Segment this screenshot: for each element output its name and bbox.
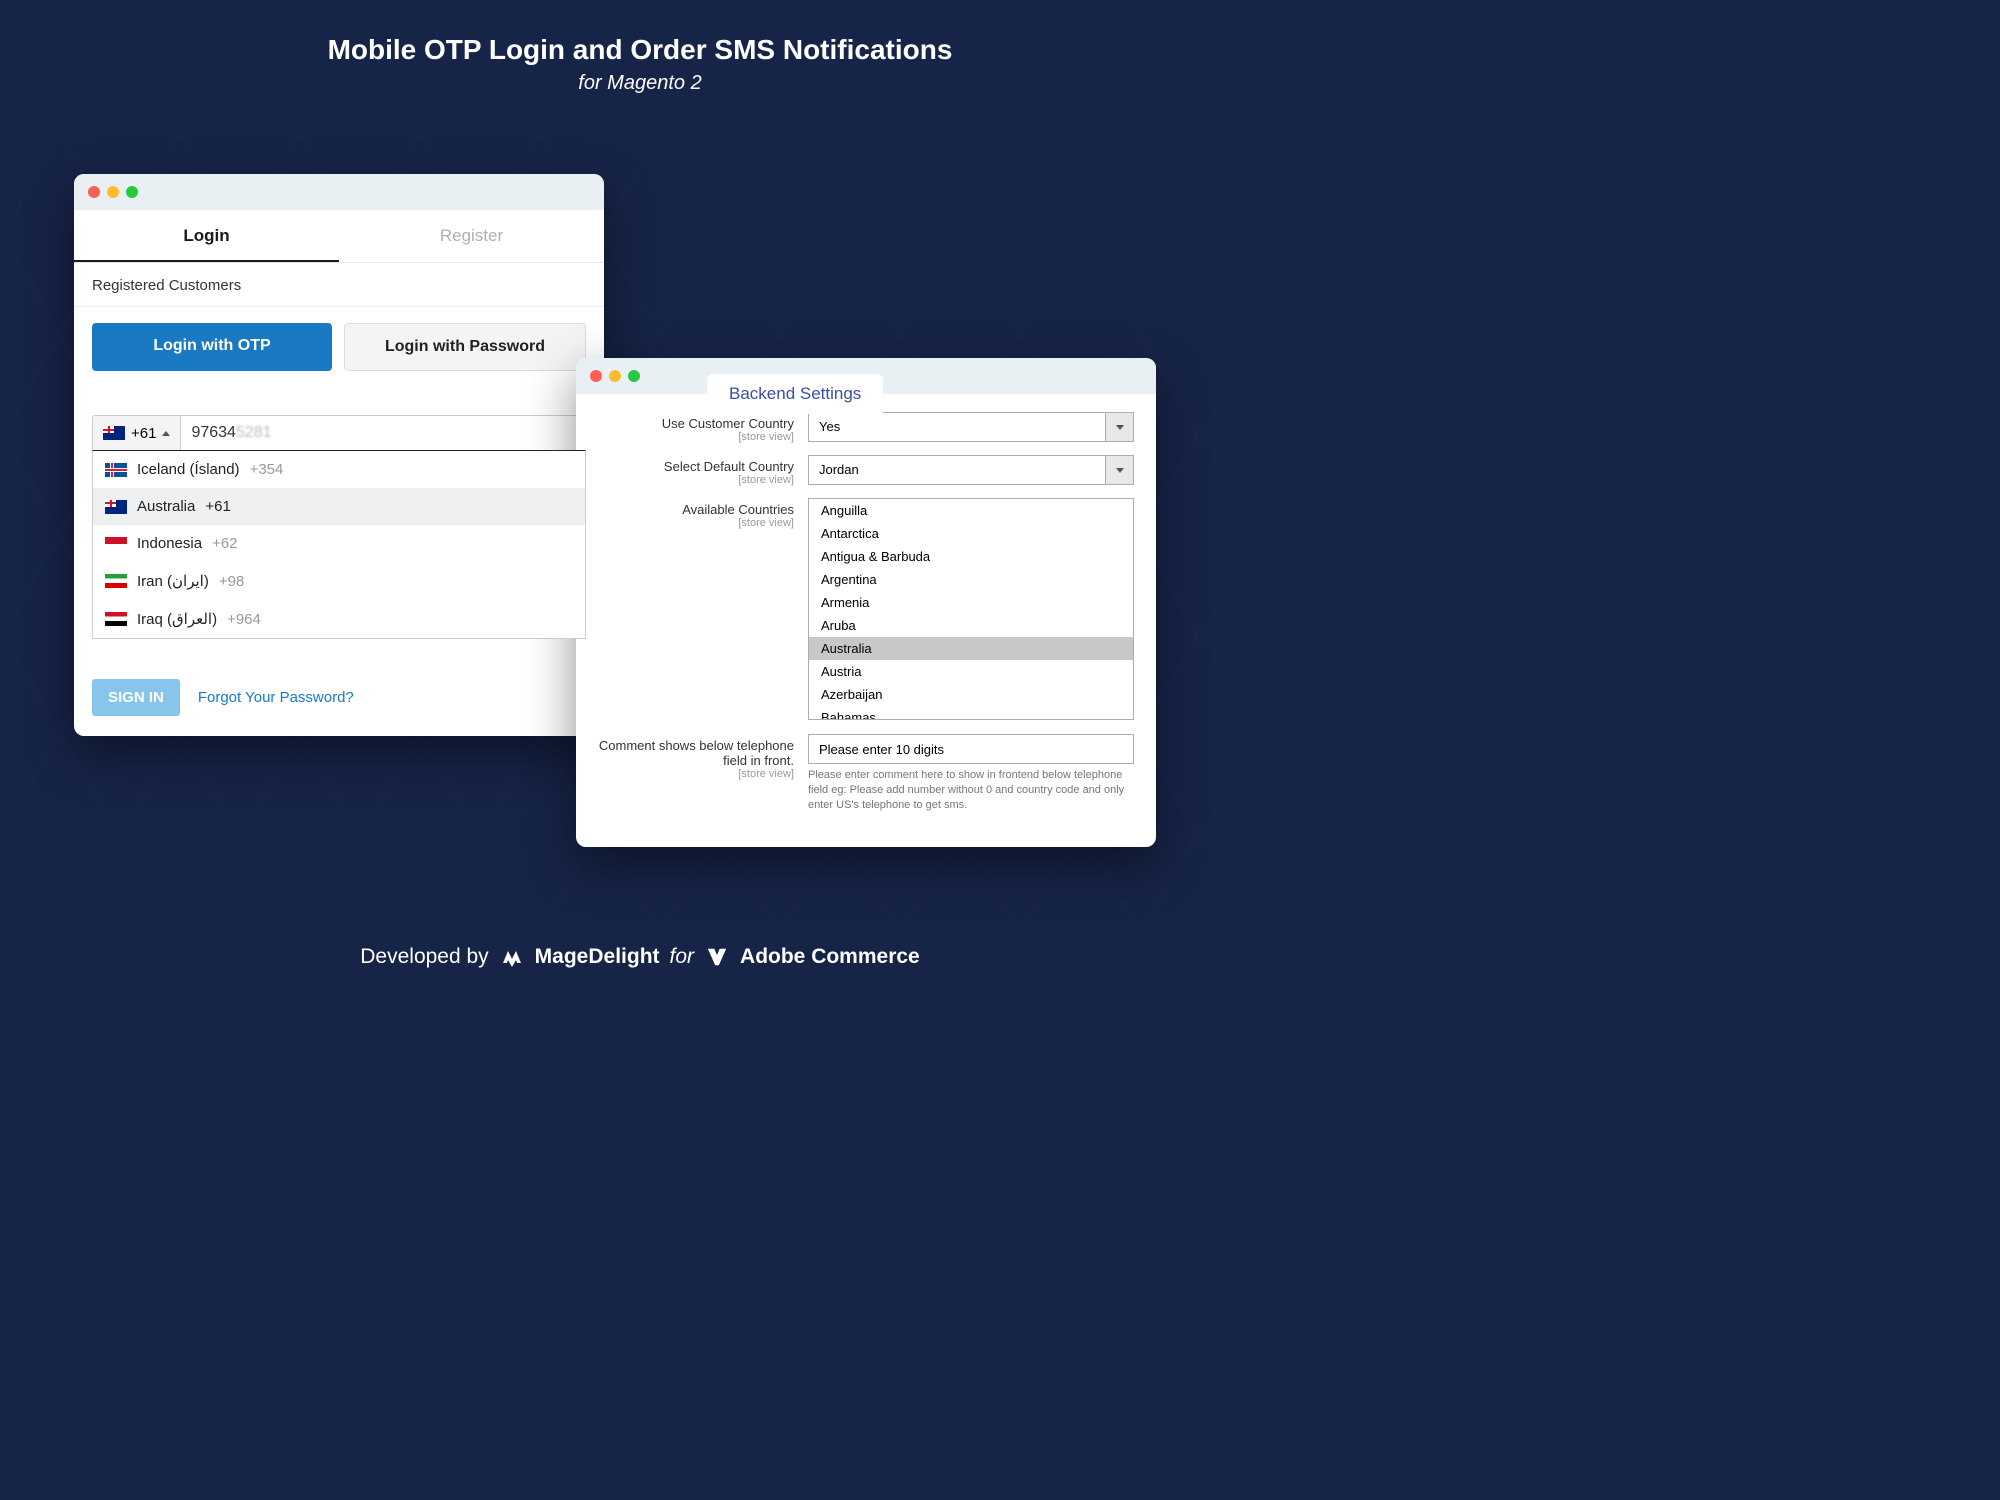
- available-countries-listbox[interactable]: Anguilla Antarctica Antigua & Barbuda Ar…: [808, 498, 1134, 720]
- country-option[interactable]: Australia +61: [93, 488, 585, 525]
- list-item[interactable]: Azerbaijan: [809, 683, 1133, 706]
- default-country-select[interactable]: Jordan: [808, 455, 1134, 485]
- chevron-down-icon: [1105, 456, 1133, 484]
- login-with-password-button[interactable]: Login with Password: [344, 323, 586, 371]
- close-icon[interactable]: [88, 186, 100, 198]
- field-label: Comment shows below telephone field in f…: [598, 734, 808, 813]
- field-label: Select Default Country [store view]: [598, 455, 808, 486]
- list-item[interactable]: Aruba: [809, 614, 1133, 637]
- footer: Developed by MageDelight for Adobe Comme…: [0, 944, 1280, 970]
- list-item[interactable]: Antigua & Barbuda: [809, 545, 1133, 568]
- tab-login[interactable]: Login: [74, 210, 339, 262]
- sign-in-button[interactable]: SIGN IN: [92, 679, 180, 716]
- window-titlebar: [74, 174, 604, 210]
- list-item[interactable]: Anguilla: [809, 499, 1133, 522]
- minimize-icon[interactable]: [609, 370, 621, 382]
- country-option[interactable]: Indonesia +62: [93, 525, 585, 562]
- flag-icon: [105, 574, 127, 588]
- section-heading: Registered Customers: [74, 263, 604, 307]
- backend-tab-title: Backend Settings: [707, 374, 883, 414]
- frontend-window: Login Register Registered Customers Logi…: [74, 174, 604, 736]
- country-option[interactable]: Iran (ایران) +98: [93, 562, 585, 600]
- list-item[interactable]: Australia: [809, 637, 1133, 660]
- help-text: Please enter comment here to show in fro…: [808, 768, 1134, 813]
- list-item[interactable]: Armenia: [809, 591, 1133, 614]
- window-titlebar: Backend Settings: [576, 358, 1156, 394]
- flag-icon: [105, 463, 127, 477]
- selected-country-code: +61: [131, 425, 156, 442]
- list-item[interactable]: Bahamas: [809, 706, 1133, 720]
- chevron-down-icon: [1105, 413, 1133, 441]
- use-customer-country-select[interactable]: Yes: [808, 412, 1134, 442]
- phone-field: +61 976345281 Iceland (Ísland) +354 Aust…: [92, 415, 586, 451]
- login-with-otp-button[interactable]: Login with OTP: [92, 323, 332, 371]
- maximize-icon[interactable]: [628, 370, 640, 382]
- phone-input[interactable]: 976345281: [181, 416, 585, 450]
- close-icon[interactable]: [590, 370, 602, 382]
- maximize-icon[interactable]: [126, 186, 138, 198]
- auth-tabs: Login Register: [74, 210, 604, 263]
- page-title: Mobile OTP Login and Order SMS Notificat…: [0, 34, 1280, 66]
- comment-input[interactable]: [808, 734, 1134, 764]
- list-item[interactable]: Argentina: [809, 568, 1133, 591]
- country-dropdown: Iceland (Ísland) +354 Australia +61 Indo…: [92, 450, 586, 639]
- field-label: Use Customer Country [store view]: [598, 412, 808, 443]
- list-item[interactable]: Antarctica: [809, 522, 1133, 545]
- page-subtitle: for Magento 2: [0, 72, 1280, 95]
- flag-icon: [105, 612, 127, 626]
- forgot-password-link[interactable]: Forgot Your Password?: [198, 689, 354, 706]
- flag-icon: [103, 426, 125, 440]
- minimize-icon[interactable]: [107, 186, 119, 198]
- adobe-logo-icon: [704, 944, 730, 970]
- country-option[interactable]: Iraq (العراق) +964: [93, 600, 585, 638]
- country-code-selector[interactable]: +61: [93, 416, 181, 450]
- magedelight-logo-icon: [499, 944, 525, 970]
- flag-icon: [105, 537, 127, 551]
- flag-icon: [105, 500, 127, 514]
- backend-window: Backend Settings Use Customer Country [s…: [576, 358, 1156, 847]
- country-option[interactable]: Iceland (Ísland) +354: [93, 451, 585, 488]
- field-label: Available Countries [store view]: [598, 498, 808, 720]
- chevron-up-icon: [162, 431, 170, 436]
- list-item[interactable]: Austria: [809, 660, 1133, 683]
- tab-register[interactable]: Register: [339, 210, 604, 262]
